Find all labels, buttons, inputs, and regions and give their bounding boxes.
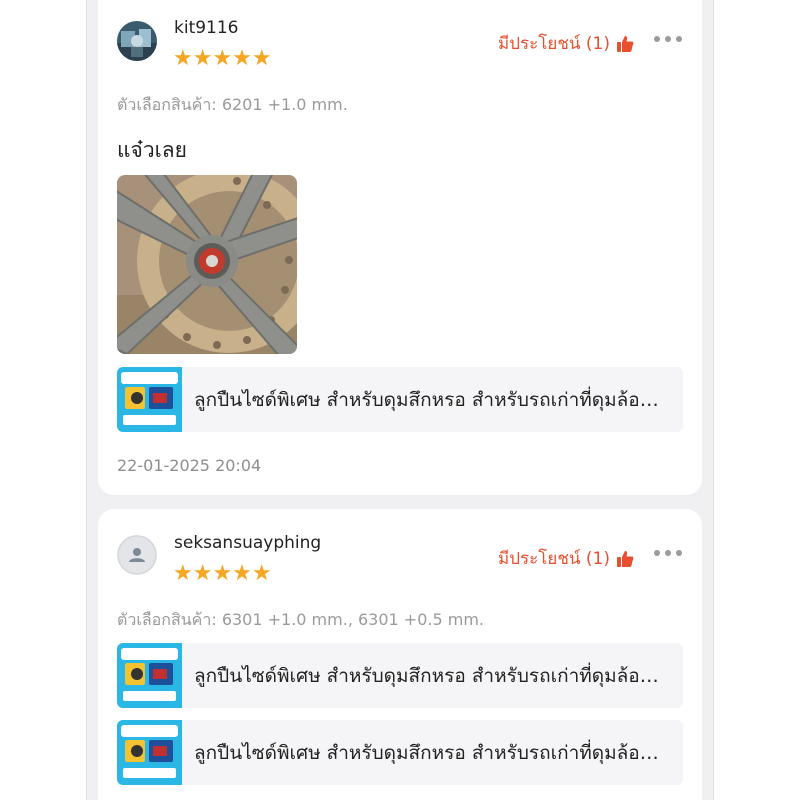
more-options-icon[interactable] (654, 549, 684, 557)
review-card: kit9116 ★★★★★ มีประโยชน์ (1) ตัวเลือกสิน… (98, 0, 702, 495)
reviewer-name[interactable]: kit9116 (174, 18, 239, 38)
helpful-label: มีประโยชน์ (1) (498, 34, 610, 54)
review-date: 22-01-2025 20:04 (117, 456, 262, 475)
avatar[interactable] (117, 535, 157, 575)
person-icon (117, 535, 157, 575)
helpful-button[interactable]: มีประโยชน์ (1) (498, 30, 634, 57)
avatar[interactable] (117, 21, 157, 61)
helpful-button[interactable]: มีประโยชน์ (1) (498, 545, 634, 572)
thumbs-up-icon (616, 35, 634, 53)
product-name: ลูกปืนไซด์พิเศษ สำหรับดุมสึกหรอ สำหรับรถ… (194, 664, 664, 687)
wheel-hub-photo (117, 175, 297, 354)
product-variation: ตัวเลือกสินค้า: 6201 +1.0 mm. (117, 95, 348, 114)
review-photo[interactable] (117, 175, 297, 354)
product-name: ลูกปืนไซด์พิเศษ สำหรับดุมสึกหรอ สำหรับรถ… (194, 388, 664, 411)
star-rating: ★★★★★ (173, 561, 272, 586)
star-rating: ★★★★★ (173, 46, 272, 71)
product-thumbnail (117, 643, 182, 708)
product-name: ลูกปืนไซด์พิเศษ สำหรับดุมสึกหรอ สำหรับรถ… (194, 741, 664, 764)
review-comment: แจ๋วเลย (117, 138, 187, 162)
product-thumbnail (117, 720, 182, 785)
more-options-icon[interactable] (654, 35, 684, 43)
helpful-label: มีประโยชน์ (1) (498, 549, 610, 569)
reviewer-name[interactable]: seksansuayphing (174, 533, 321, 553)
product-link[interactable]: ลูกปืนไซด์พิเศษ สำหรับดุมสึกหรอ สำหรับรถ… (117, 643, 683, 708)
review-card: seksansuayphing ★★★★★ มีประโยชน์ (1) ตัว… (98, 509, 702, 800)
product-variation: ตัวเลือกสินค้า: 6301 +1.0 mm., 6301 +0.5… (117, 610, 484, 629)
product-link[interactable]: ลูกปืนไซด์พิเศษ สำหรับดุมสึกหรอ สำหรับรถ… (117, 367, 683, 432)
review-list: kit9116 ★★★★★ มีประโยชน์ (1) ตัวเลือกสิน… (86, 0, 714, 800)
thumbs-up-icon (616, 550, 634, 568)
product-link[interactable]: ลูกปืนไซด์พิเศษ สำหรับดุมสึกหรอ สำหรับรถ… (117, 720, 683, 785)
product-thumbnail (117, 367, 182, 432)
avatar-photo (117, 21, 157, 61)
